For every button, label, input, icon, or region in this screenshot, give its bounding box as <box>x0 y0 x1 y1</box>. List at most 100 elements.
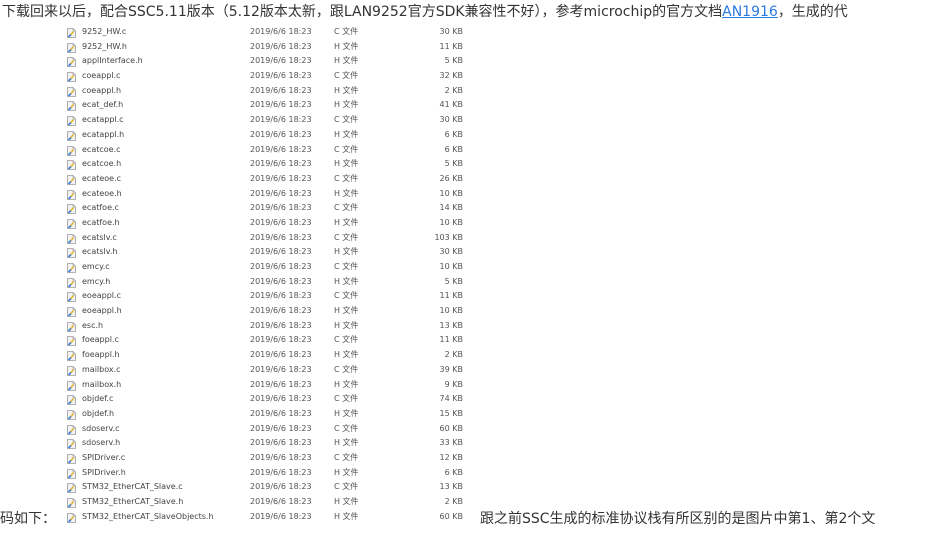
source-file-icon <box>67 483 76 494</box>
file-name: STM32_EtherCAT_Slave.h <box>82 497 184 506</box>
file-name: SPIDriver.h <box>82 467 126 477</box>
source-file-icon <box>67 72 76 82</box>
file-row: ecatslv.h 2019/6/6 18:23 H 文件 30 KB <box>63 245 473 260</box>
source-file-icon <box>67 189 76 200</box>
file-size: 13 KB <box>439 482 463 492</box>
file-name: 9252_HW.h <box>82 41 127 51</box>
file-row: STM32_EtherCAT_SlaveObjects.h 2019/6/6 18… <box>63 510 473 525</box>
file-date: 2019/6/6 18:23 <box>250 423 312 433</box>
source-file-icon <box>67 380 76 391</box>
file-date: 2019/6/6 18:23 <box>250 159 312 169</box>
file-row: eoeappl.h 2019/6/6 18:23 H 文件 10 KB <box>63 304 473 319</box>
file-date: 2019/6/6 18:23 <box>250 364 312 374</box>
file-size: 41 KB <box>439 100 463 110</box>
file-name: STM32_EtherCAT_SlaveObjects.h <box>82 511 214 521</box>
file-name: sdoserv.h <box>82 438 121 448</box>
file-type: C 文件 <box>334 291 359 301</box>
paragraph-top-text-after: ，生成的代 <box>777 4 848 20</box>
source-file-icon <box>67 101 76 112</box>
file-type: C 文件 <box>334 335 359 345</box>
file-row: coeappl.c 2019/6/6 18:23 C 文件 32 KB <box>63 69 473 84</box>
file-size: 26 KB <box>439 173 463 183</box>
file-row: ecatappl.c 2019/6/6 18:23 C 文件 30 KB <box>63 113 473 128</box>
file-date: 2019/6/6 18:23 <box>250 41 312 51</box>
file-size: 11 KB <box>439 41 463 51</box>
file-row: ecatcoe.h 2019/6/6 18:23 H 文件 5 KB <box>63 157 473 172</box>
file-date: 2019/6/6 18:23 <box>250 217 312 227</box>
source-file-icon <box>67 116 76 127</box>
file-date: 2019/6/6 18:23 <box>250 144 312 154</box>
file-name: applInterface.h <box>82 56 143 66</box>
file-date: 2019/6/6 18:23 <box>250 71 312 81</box>
file-row: sdoserv.h 2019/6/6 18:23 H 文件 33 KB <box>63 436 473 451</box>
file-date: 2019/6/6 18:23 <box>250 452 312 462</box>
file-name: 9252_HW.c <box>82 27 127 36</box>
file-name: ecatcoe.c <box>82 144 121 154</box>
file-date: 2019/6/6 18:23 <box>250 56 312 66</box>
file-type: H 文件 <box>334 379 359 389</box>
file-name: ecatappl.h <box>82 129 125 139</box>
file-date: 2019/6/6 18:23 <box>250 379 312 389</box>
file-name: ecatslv.c <box>82 232 117 242</box>
file-size: 60 KB <box>439 511 463 521</box>
source-file-icon <box>67 321 76 332</box>
file-date: 2019/6/6 18:23 <box>250 438 312 448</box>
file-date: 2019/6/6 18:23 <box>250 173 312 183</box>
file-size: 15 KB <box>439 408 463 418</box>
source-file-icon <box>67 277 76 288</box>
file-name: coeappl.h <box>82 85 122 95</box>
file-name: esc.h <box>82 320 104 330</box>
file-type: C 文件 <box>334 262 359 271</box>
file-date: 2019/6/6 18:23 <box>250 408 312 418</box>
file-row: STM32_EtherCAT_Slave.h 2019/6/6 18:23 H 文件… <box>63 495 473 510</box>
file-size: 2 KB <box>444 497 463 506</box>
file-type: H 文件 <box>334 320 359 330</box>
an1916-link[interactable]: AN1916 <box>722 4 778 20</box>
file-name: objdef.c <box>82 394 114 404</box>
paragraph-left: 码如下： <box>0 511 56 527</box>
file-type: C 文件 <box>334 482 359 492</box>
file-size: 33 KB <box>439 438 463 448</box>
file-date: 2019/6/6 18:23 <box>250 85 312 95</box>
file-size: 74 KB <box>439 394 463 404</box>
source-file-icon <box>67 468 76 479</box>
file-size: 10 KB <box>439 306 463 316</box>
file-type: C 文件 <box>334 452 359 462</box>
file-type: H 文件 <box>334 408 359 418</box>
file-name: ecatfoe.c <box>82 203 119 213</box>
file-type: C 文件 <box>334 364 359 374</box>
file-size: 9 KB <box>444 379 463 389</box>
file-date: 2019/6/6 18:23 <box>250 188 312 198</box>
file-size: 5 KB <box>444 276 463 286</box>
file-row: objdef.h 2019/6/6 18:23 H 文件 15 KB <box>63 407 473 422</box>
file-name: ecatslv.h <box>82 247 118 257</box>
file-size: 14 KB <box>439 203 463 213</box>
file-type: H 文件 <box>334 247 359 257</box>
paragraph-right: 跟之前SSC生成的标准协议栈有所区别的是图片中第1、第2个文 <box>480 511 876 527</box>
file-type: C 文件 <box>334 71 359 81</box>
file-type: H 文件 <box>334 467 359 477</box>
source-file-icon <box>67 233 76 244</box>
file-size: 11 KB <box>439 335 463 345</box>
file-name: ecateoe.c <box>82 173 122 183</box>
file-date: 2019/6/6 18:23 <box>250 27 312 36</box>
file-size: 6 KB <box>444 129 463 139</box>
file-name: mailbox.h <box>82 379 122 389</box>
file-size: 30 KB <box>439 115 463 125</box>
file-date: 2019/6/6 18:23 <box>250 115 312 125</box>
file-row: emcy.h 2019/6/6 18:23 H 文件 5 KB <box>63 275 473 290</box>
file-type: H 文件 <box>334 511 359 521</box>
file-name: ecatappl.c <box>82 115 124 125</box>
file-row: objdef.c 2019/6/6 18:23 C 文件 74 KB <box>63 392 473 407</box>
file-size: 30 KB <box>439 247 463 257</box>
file-row: foeappl.h 2019/6/6 18:23 H 文件 2 KB <box>63 348 473 363</box>
file-size: 5 KB <box>444 159 463 169</box>
source-file-icon <box>67 174 76 185</box>
file-name: ecatfoe.h <box>82 217 120 227</box>
file-name: ecatcoe.h <box>82 159 122 169</box>
source-file-icon <box>67 498 76 508</box>
file-row: foeappl.c 2019/6/6 18:23 C 文件 11 KB <box>63 333 473 348</box>
source-file-icon <box>67 351 76 362</box>
file-size: 10 KB <box>439 262 463 271</box>
file-name: STM32_EtherCAT_Slave.c <box>82 482 183 492</box>
